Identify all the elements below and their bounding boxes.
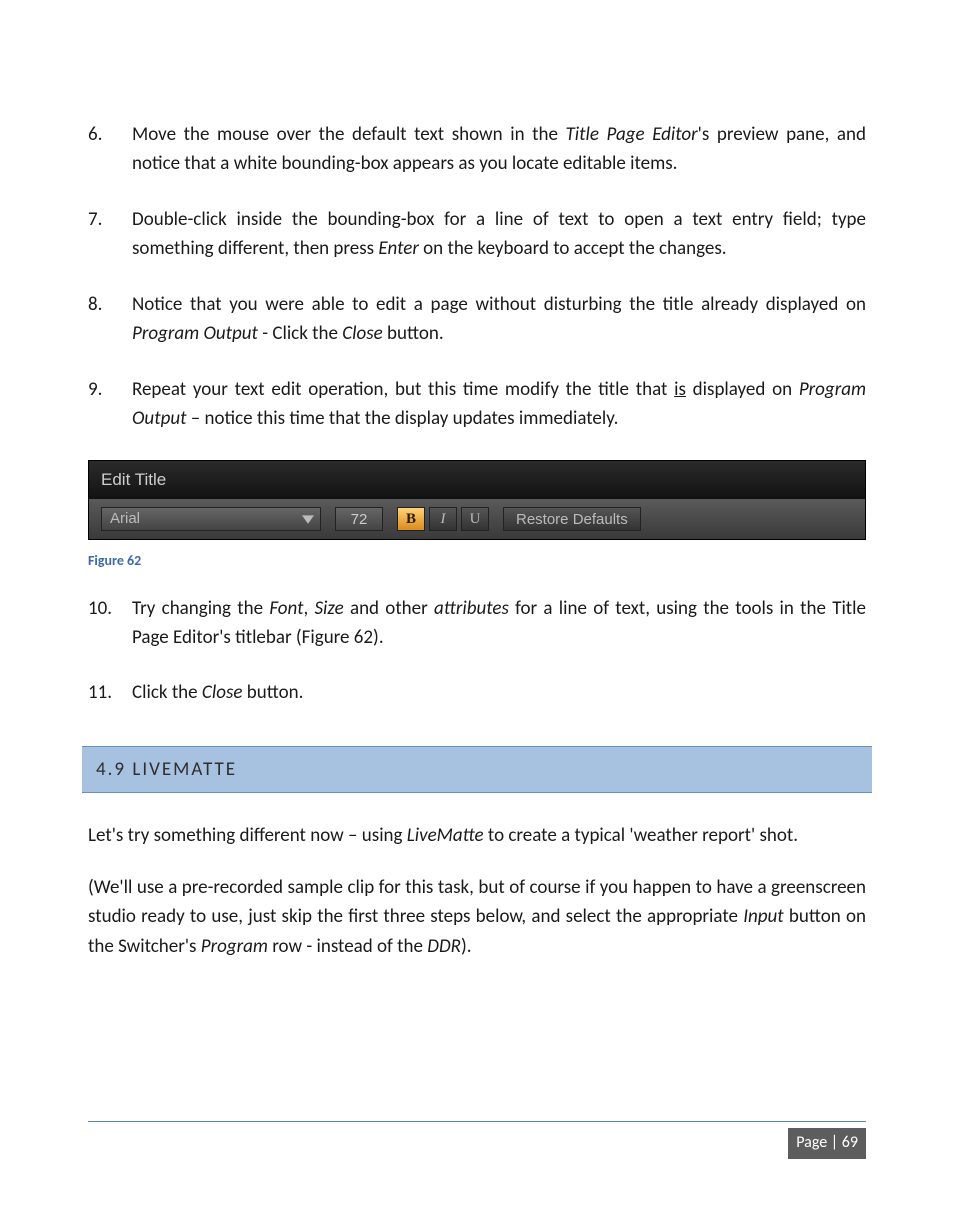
steps-list-1: 6. Move the mouse over the default text … [88, 120, 866, 434]
step-body: Move the mouse over the default text sho… [132, 120, 866, 179]
font-name: Arial [110, 507, 140, 530]
panel-header: Edit Title [89, 461, 865, 499]
step-number: 7. [88, 205, 132, 264]
step-number: 6. [88, 120, 132, 179]
step-8: 8. Notice that you were able to edit a p… [88, 290, 866, 349]
step-body: Click the Close button. [132, 678, 866, 707]
step-number: 11. [88, 678, 132, 707]
font-toolbar: Arial 72 B I U Restore Defaults [89, 499, 865, 539]
step-7: 7. Double-click inside the bounding-box … [88, 205, 866, 264]
step-body: Try changing the Font, Size and other at… [132, 594, 866, 653]
chevron-down-icon [302, 513, 314, 525]
step-number: 10. [88, 594, 132, 653]
step-body: Notice that you were able to edit a page… [132, 290, 866, 349]
steps-list-2: 10. Try changing the Font, Size and othe… [88, 594, 866, 708]
italic-button[interactable]: I [429, 507, 457, 531]
page-footer: Page | 69 [88, 1121, 866, 1159]
step-11: 11. Click the Close button. [88, 678, 866, 707]
edit-title-panel: Edit Title Arial 72 B I U Restore Defaul… [88, 460, 866, 540]
step-10: 10. Try changing the Font, Size and othe… [88, 594, 866, 653]
font-size-input[interactable]: 72 [335, 507, 383, 531]
figure-caption: Figure 62 [88, 550, 866, 572]
step-body: Double-click inside the bounding-box for… [132, 205, 866, 264]
para-2: (We'll use a pre-recorded sample clip fo… [88, 873, 866, 961]
font-select[interactable]: Arial [101, 507, 321, 531]
step-6: 6. Move the mouse over the default text … [88, 120, 866, 179]
step-number: 9. [88, 375, 132, 434]
style-group: B I U [397, 507, 489, 531]
bold-button[interactable]: B [397, 507, 425, 531]
step-body: Repeat your text edit operation, but thi… [132, 375, 866, 434]
underline-button[interactable]: U [461, 507, 489, 531]
step-9: 9. Repeat your text edit operation, but … [88, 375, 866, 434]
page-number-badge: Page | 69 [788, 1128, 866, 1159]
restore-defaults-button[interactable]: Restore Defaults [503, 507, 641, 531]
para-1: Let's try something different now – usin… [88, 821, 866, 850]
section-heading: 4.9 LIVEMATTE [82, 746, 872, 793]
step-number: 8. [88, 290, 132, 349]
